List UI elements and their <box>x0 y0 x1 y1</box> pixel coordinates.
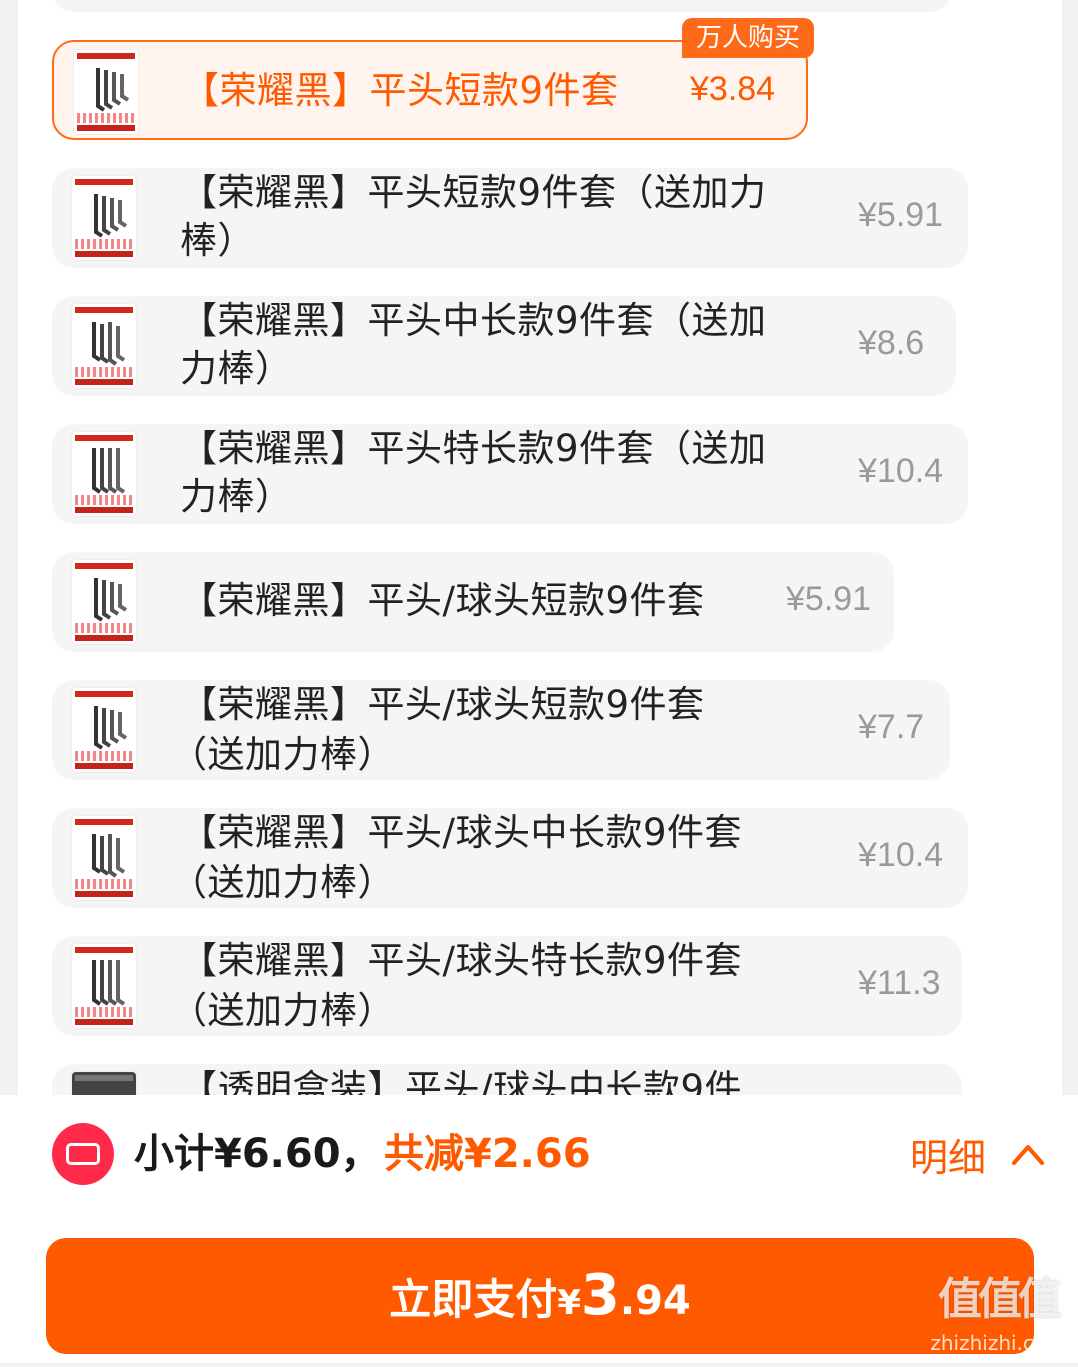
pay-label: 立即支付 <box>389 1275 558 1324</box>
product-thumbnail <box>74 50 138 134</box>
site-watermark: 值值值 zhizhizhi.com <box>918 1270 1078 1363</box>
pay-amount-decimal: .94 <box>619 1278 691 1324</box>
hex-key-icon <box>92 322 126 366</box>
hex-key-icon <box>94 194 128 238</box>
hot-sale-badge: 万人购买 <box>681 18 814 58</box>
sku-option-2[interactable]: 【荣耀黑】平头短款9件套（送加力 棒） ¥5.91 <box>52 168 968 268</box>
sku-price: ¥10.4 <box>858 836 944 874</box>
sku-name-line1: 【荣耀黑】平头中长款9件套（送加 <box>180 299 767 342</box>
product-thumbnail <box>72 560 136 644</box>
sku-name-line2: （送加力棒） <box>170 989 395 1032</box>
product-thumbnail <box>72 944 136 1028</box>
product-thumbnail <box>72 176 136 260</box>
sku-option-3[interactable]: 【荣耀黑】平头中长款9件套（送加 力棒） ¥8.6 <box>52 296 956 396</box>
sku-option-6[interactable]: 【荣耀黑】平头/球头短款9件套 （送加力棒） ¥7.7 <box>52 680 950 780</box>
pay-currency: ¥ <box>557 1283 581 1323</box>
product-thumbnail <box>72 304 136 388</box>
detail-link[interactable]: 明细 <box>910 1133 986 1183</box>
product-thumbnail <box>72 688 136 772</box>
sku-name: 【荣耀黑】平头短款9件套 <box>182 69 619 112</box>
sku-name-line1: 【荣耀黑】平头特长款9件套（送加 <box>180 427 767 470</box>
sku-price: ¥5.91 <box>786 580 872 618</box>
sku-price: ¥8.6 <box>858 324 925 362</box>
coupon-icon <box>52 1123 114 1185</box>
hex-key-icon <box>94 578 128 622</box>
pay-now-button[interactable]: 立即支付¥3.94 <box>46 1238 1034 1354</box>
sku-price: ¥11.3 <box>858 964 941 1002</box>
watermark-logo: 值值值 <box>938 1274 1062 1325</box>
product-thumbnail <box>72 432 136 516</box>
watermark-url: zhizhizhi.com <box>930 1331 1066 1355</box>
hex-key-icon <box>96 68 130 112</box>
sku-name-line1: 【透明盒装】平头/球头中长款9件 <box>180 1067 743 1095</box>
sku-option-7[interactable]: 【荣耀黑】平头/球头中长款9件套 （送加力棒） ¥10.4 <box>52 808 968 908</box>
saving-text: 共减¥2.66 <box>384 1131 591 1177</box>
subtotal-text: 小计¥6.60， <box>134 1131 381 1177</box>
sku-option-8[interactable]: 【荣耀黑】平头/球头特长款9件套 （送加力棒） ¥11.3 <box>52 936 962 1036</box>
product-thumbnail <box>72 1072 136 1095</box>
sku-name-line1: 【荣耀黑】平头/球头特长款9件套 <box>180 939 743 982</box>
sku-option-5[interactable]: 【荣耀黑】平头/球头短款9件套 ¥5.91 <box>52 552 894 652</box>
sku-price: ¥5.91 <box>858 196 944 234</box>
sku-option-9[interactable]: 【透明盒装】平头/球头中长款9件 <box>52 1064 962 1095</box>
hex-key-icon <box>92 834 126 878</box>
sku-name-line2: （送加力棒） <box>170 861 395 904</box>
sku-name-line2: 力棒） <box>180 475 293 518</box>
sku-name-line1: 【荣耀黑】平头短款9件套（送加力 <box>180 171 767 214</box>
sku-name-line2: 力棒） <box>180 347 293 390</box>
sku-option-4[interactable]: 【荣耀黑】平头特长款9件套（送加 力棒） ¥10.4 <box>52 424 968 524</box>
checkout-footer: 小计¥6.60， 共减¥2.66 明细 立即支付¥3.94 <box>0 1095 1078 1363</box>
sku-name-line2: 棒） <box>180 219 255 262</box>
product-thumbnail <box>72 816 136 900</box>
sku-price: ¥10.4 <box>858 452 944 490</box>
hex-key-icon <box>94 706 128 750</box>
pay-amount-integer: 3 <box>580 1263 620 1328</box>
sku-name-line1: 【荣耀黑】平头/球头短款9件套 <box>180 683 705 726</box>
sku-list-panel: 【荣耀黑】平头短款9件套 ¥3.84 万人购买 【荣耀黑】平头短款9件套（送加力… <box>18 0 1062 1095</box>
sku-price: ¥7.7 <box>858 708 925 746</box>
sku-price: ¥3.84 <box>690 70 776 108</box>
hex-key-icon <box>92 448 126 494</box>
sku-name-line2: （送加力棒） <box>170 733 395 776</box>
hex-key-icon <box>92 960 126 1006</box>
sku-name: 【荣耀黑】平头/球头短款9件套 <box>180 579 705 622</box>
sku-name-line1: 【荣耀黑】平头/球头中长款9件套 <box>180 811 743 854</box>
sku-option-partial-top[interactable] <box>52 0 952 12</box>
chevron-up-icon[interactable] <box>1010 1139 1046 1169</box>
sku-option-1[interactable]: 【荣耀黑】平头短款9件套 ¥3.84 万人购买 <box>52 18 814 140</box>
